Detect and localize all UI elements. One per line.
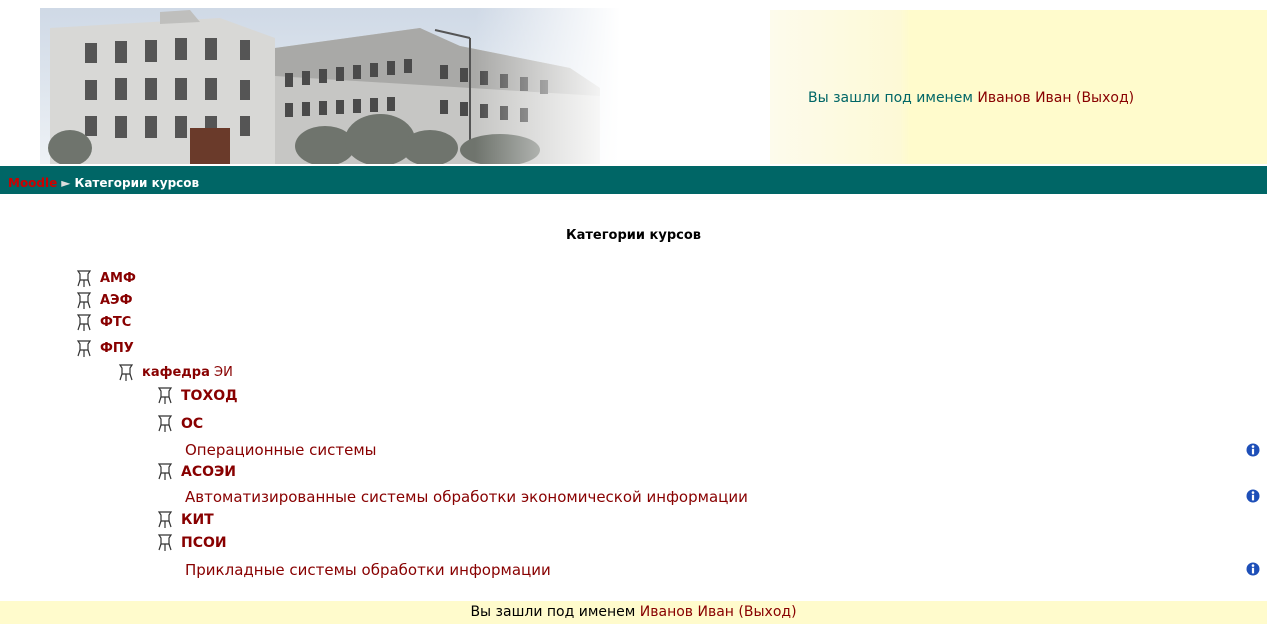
navbar: Moodle ► Категории курсов — [0, 166, 1267, 194]
folder-icon — [76, 338, 96, 360]
category-item-aef: АЭФ — [76, 290, 133, 312]
info-icon[interactable] — [1246, 562, 1260, 576]
category-link-aef[interactable]: АЭФ — [100, 293, 133, 308]
page-title: Категории курсов — [566, 228, 701, 243]
breadcrumb: Moodle ► Категории курсов — [8, 176, 199, 190]
folder-icon — [157, 461, 177, 483]
footer-login-prefix: Вы зашли под именем — [470, 604, 640, 620]
info-icon[interactable] — [1246, 489, 1260, 503]
category-link-tohod[interactable]: ТОХОД — [181, 388, 238, 404]
category-link-asoei[interactable]: АСОЭИ — [181, 464, 236, 480]
category-item-os: ОС — [157, 413, 203, 435]
category-link-kit[interactable]: КИТ — [181, 512, 214, 528]
info-icon[interactable] — [1246, 443, 1260, 457]
header-login-box: Вы зашли под именем Иванов Иван (Выход) — [770, 10, 1267, 164]
login-info: Вы зашли под именем Иванов Иван (Выход) — [808, 90, 1134, 106]
category-item-tohod: ТОХОД — [157, 385, 238, 407]
course-link-psoi[interactable]: Прикладные системы обработки информации — [185, 559, 551, 581]
footer-user-profile-link[interactable]: Иванов Иван — [640, 604, 734, 620]
breadcrumb-current: Категории курсов — [74, 176, 200, 190]
category-link-psoi[interactable]: ПСОИ — [181, 535, 227, 551]
category-link-kafedra[interactable]: кафедра ЭИ — [142, 365, 233, 380]
category-link-fts[interactable]: ФТС — [100, 315, 131, 330]
course-link-os[interactable]: Операционные системы — [185, 439, 377, 461]
course-link-asoei[interactable]: Автоматизированные системы обработки эко… — [185, 486, 748, 508]
category-link-fpu[interactable]: ФПУ — [100, 341, 134, 356]
folder-icon — [118, 362, 138, 384]
category-item-kit: КИТ — [157, 509, 214, 531]
page-footer: Вы зашли под именем Иванов Иван (Выход) — [0, 601, 1267, 624]
category-item-kafedra: кафедра ЭИ — [118, 362, 233, 384]
footer-logout-link[interactable]: (Выход) — [738, 604, 796, 620]
category-link-os[interactable]: ОС — [181, 416, 203, 432]
category-link-amf[interactable]: АМФ — [100, 271, 136, 286]
user-profile-link[interactable]: Иванов Иван — [977, 90, 1071, 106]
breadcrumb-home-link[interactable]: Moodle — [8, 176, 57, 190]
category-item-amf: АМФ — [76, 268, 136, 290]
folder-icon — [157, 509, 177, 531]
category-kafedra-prefix: кафедра — [142, 365, 210, 380]
folder-icon — [76, 290, 96, 312]
login-prefix: Вы зашли под именем — [808, 90, 978, 106]
category-item-asoei: АСОЭИ — [157, 461, 236, 483]
folder-icon — [157, 532, 177, 554]
folder-icon — [157, 385, 177, 407]
header-banner-image — [40, 8, 620, 166]
page-header: Вы зашли под именем Иванов Иван (Выход) — [0, 0, 1267, 166]
folder-icon — [157, 413, 177, 435]
category-kafedra-suffix: ЭИ — [209, 365, 233, 380]
category-item-fts: ФТС — [76, 312, 131, 334]
folder-icon — [76, 312, 96, 334]
logout-link[interactable]: (Выход) — [1076, 90, 1134, 106]
category-item-psoi: ПСОИ — [157, 532, 227, 554]
arrow-right-icon: ► — [61, 176, 71, 190]
folder-icon — [76, 268, 96, 290]
footer-login-info: Вы зашли под именем Иванов Иван (Выход) — [470, 604, 796, 620]
category-item-fpu: ФПУ — [76, 338, 134, 360]
